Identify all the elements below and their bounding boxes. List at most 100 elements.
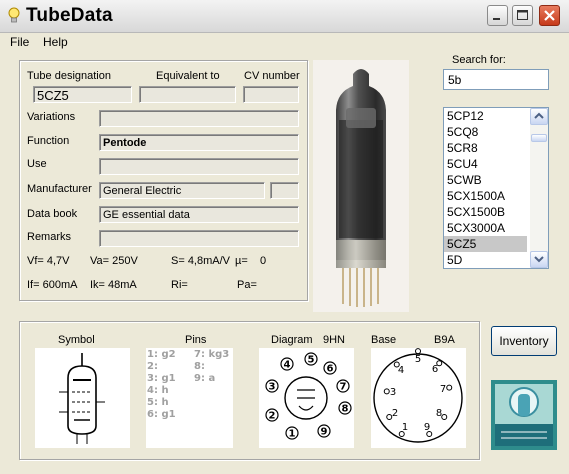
title-bar[interactable]: TubeData xyxy=(0,0,569,33)
base-pin-hole xyxy=(426,431,433,438)
search-label: Search for: xyxy=(452,54,506,66)
databook-field[interactable]: GE essential data xyxy=(99,206,299,223)
menu-bar: File Help xyxy=(0,33,569,53)
tube-symbol xyxy=(35,348,130,448)
spec-vf: Vf= 4,7V xyxy=(27,255,70,267)
variations-label: Variations xyxy=(27,111,76,123)
base-pin-label: 5 xyxy=(415,354,421,365)
app-logo xyxy=(491,380,557,450)
base-pin-hole xyxy=(383,388,390,395)
base-pin-hole xyxy=(393,361,400,368)
base-pin-hole xyxy=(441,413,448,420)
result-item[interactable]: 5CWB xyxy=(444,172,527,188)
diagram-pin-label: 2 xyxy=(269,411,276,422)
result-item[interactable]: 5CR8 xyxy=(444,140,527,156)
pin-entry: 1: g2 xyxy=(147,349,176,360)
function-field[interactable]: Pentode xyxy=(99,134,299,151)
base-pin-hole xyxy=(436,360,443,367)
base-pin-hole xyxy=(398,431,405,438)
manufacturer-extra-field[interactable] xyxy=(270,182,299,199)
base-pin-hole xyxy=(386,413,393,420)
spec-va: Va= 250V xyxy=(90,255,138,267)
tube-photo xyxy=(313,60,409,312)
manufacturer-field[interactable]: General Electric xyxy=(99,182,265,199)
variations-field[interactable] xyxy=(99,110,299,127)
pin-entry: 5: h xyxy=(147,397,169,408)
pin-entry: 6: g1 xyxy=(147,409,176,420)
diagram-label: Diagram xyxy=(271,334,313,346)
base-pin-label: 7 xyxy=(440,384,446,395)
pins-box: 1: g2 2: 3: g1 4: h 5: h 6: g1 7: kg3 8: 9: a xyxy=(146,348,233,448)
base-pin-label: 2 xyxy=(392,408,398,419)
base-pin-hole xyxy=(446,384,453,391)
window-title: TubeData xyxy=(26,5,113,26)
close-icon xyxy=(544,10,555,21)
search-input[interactable] xyxy=(443,69,549,90)
pins-col2: 7: kg3 8: 9: a xyxy=(194,349,229,385)
diagram-code: 9HN xyxy=(323,334,346,346)
base-code: B9A xyxy=(434,334,455,346)
spec-if: If= 600mA xyxy=(27,279,78,291)
inventory-button[interactable]: Inventory xyxy=(491,326,557,356)
spec-mu-value: 0 xyxy=(260,255,267,267)
result-item[interactable]: 5CX1500B xyxy=(444,204,527,220)
maximize-button[interactable] xyxy=(512,5,533,26)
base-pin-label: 8 xyxy=(436,408,442,419)
pin-entry: 7: kg3 xyxy=(194,349,230,360)
result-item[interactable]: 5CX1500A xyxy=(444,188,527,204)
symbol-label: Symbol xyxy=(58,334,95,346)
remarks-label: Remarks xyxy=(27,231,72,243)
pin-entry: 9: a xyxy=(194,373,216,384)
diagram-pin-label: 5 xyxy=(308,355,315,366)
use-field[interactable] xyxy=(99,158,299,175)
minimize-icon xyxy=(493,18,500,20)
close-button[interactable] xyxy=(539,5,560,26)
result-item[interactable]: 5CU4 xyxy=(444,156,527,172)
menu-help[interactable]: Help xyxy=(43,35,68,49)
spec-pa: Pa= xyxy=(237,279,257,291)
function-label: Function xyxy=(27,135,70,147)
equivalent-label: Equivalent to xyxy=(156,70,220,82)
pins-col1: 1: g2 2: 3: g1 4: h 5: h 6: g1 xyxy=(147,349,176,421)
minimize-button[interactable] xyxy=(487,5,508,26)
base-pin-hole xyxy=(415,348,421,355)
base-pin-label: 6 xyxy=(432,364,438,375)
manufacturer-label: Manufacturer xyxy=(27,183,92,195)
pin-entry: 4: h xyxy=(147,385,169,396)
pin-entry: 2: xyxy=(147,361,158,372)
scroll-down-button[interactable] xyxy=(530,251,548,268)
result-item[interactable]: 5CZ5 xyxy=(444,236,527,252)
pins-label: Pins xyxy=(185,334,207,346)
result-item[interactable]: 5CX3000A xyxy=(444,220,527,236)
results-listbox[interactable]: 5CP12 5CQ8 5CR8 5CU4 5CWB 5CX1500A 5CX1500B 5CX… xyxy=(443,107,549,269)
equivalent-field[interactable] xyxy=(139,86,236,103)
spec-ik: Ik= 48mA xyxy=(90,279,137,291)
remarks-field[interactable] xyxy=(99,230,299,247)
cv-label: CV number xyxy=(244,70,300,82)
scrollbar[interactable] xyxy=(530,108,548,268)
cv-field[interactable] xyxy=(243,86,299,103)
base-pin-label: 3 xyxy=(390,387,396,398)
result-item[interactable]: 5CQ8 xyxy=(444,124,527,140)
base-label: Base xyxy=(371,334,397,346)
spec-mu: µ= xyxy=(235,255,248,267)
chevron-down-icon xyxy=(534,256,544,263)
base-diagram: 123456789 xyxy=(371,348,466,448)
chevron-up-icon xyxy=(534,112,544,119)
designation-label: Tube designation xyxy=(27,70,111,82)
lightbulb-icon xyxy=(8,7,20,23)
scroll-thumb[interactable] xyxy=(531,134,547,142)
designation-field[interactable]: 5CZ5 xyxy=(33,86,132,103)
menu-file[interactable]: File xyxy=(10,35,29,49)
pin-entry: 3: g1 xyxy=(147,373,176,384)
result-item[interactable]: 5CP12 xyxy=(444,108,527,124)
databook-label: Data book xyxy=(27,208,78,220)
diagram-pin-label: 6 xyxy=(327,364,334,375)
diagram-pin-label: 3 xyxy=(269,382,276,393)
spec-ri: Ri= xyxy=(171,279,188,291)
scroll-up-button[interactable] xyxy=(530,108,548,125)
pin-entry: 8: xyxy=(194,361,205,372)
result-item[interactable]: 5D xyxy=(444,252,527,268)
use-label: Use xyxy=(27,158,47,170)
spec-s: S= 4,8mA/V xyxy=(171,255,231,267)
